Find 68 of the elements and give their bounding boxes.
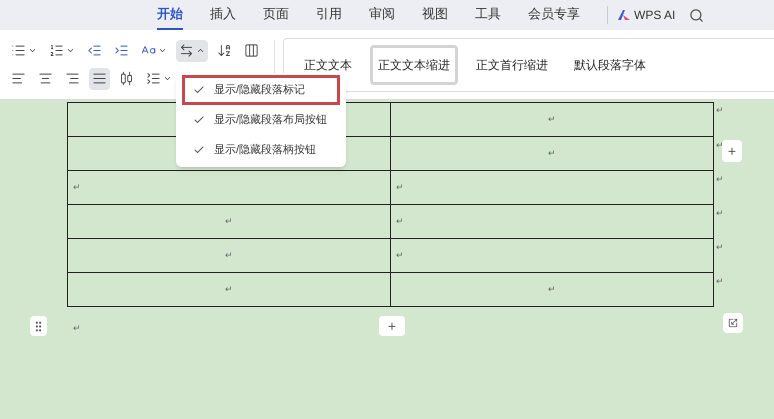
justify-tool-button[interactable] bbox=[89, 68, 110, 90]
menu-item[interactable]: 显示/隐藏段落标记 bbox=[182, 75, 340, 105]
menu-item[interactable]: 显示/隐藏段落布局按钮 bbox=[182, 105, 340, 135]
resize-handle[interactable] bbox=[723, 313, 743, 333]
indent-icon bbox=[114, 43, 129, 58]
row-end-mark: ↵ bbox=[716, 104, 724, 115]
table-cell[interactable]: ↵ bbox=[391, 273, 714, 306]
check-icon bbox=[193, 114, 205, 126]
ribbon-tab[interactable]: 工具 bbox=[475, 0, 501, 30]
check-icon bbox=[193, 84, 205, 96]
logo-icon bbox=[618, 10, 630, 20]
right-icon bbox=[65, 71, 80, 86]
table-cell[interactable]: ↵ bbox=[391, 239, 714, 272]
paragraph-mark: ↵ bbox=[548, 112, 556, 126]
style-item[interactable]: 正文文本缩进 bbox=[370, 44, 458, 84]
paragraph-mark: ↵ bbox=[73, 180, 81, 194]
table-cell[interactable]: ↵ bbox=[391, 171, 714, 204]
table-cell[interactable]: ↵ bbox=[68, 273, 391, 306]
numbering-icon bbox=[49, 43, 64, 58]
paragraph-mark: ↵ bbox=[396, 248, 404, 262]
caret-icon bbox=[196, 46, 205, 55]
table-cell[interactable]: ↵ bbox=[68, 171, 391, 204]
ribbon-tab[interactable]: 审阅 bbox=[369, 0, 395, 30]
paragraph-mark: ↵ bbox=[548, 282, 556, 296]
justify-icon bbox=[92, 71, 107, 86]
caret-icon bbox=[163, 74, 172, 83]
add-row-button[interactable]: + bbox=[379, 316, 405, 336]
paragraph-mark: ↵ bbox=[225, 214, 233, 228]
table-cell[interactable]: ↵ bbox=[68, 205, 391, 238]
caret-icon bbox=[66, 46, 75, 55]
table-cell[interactable]: ↵ bbox=[391, 137, 714, 170]
caret-icon bbox=[28, 46, 37, 55]
paragraph-mark: ↵ bbox=[225, 248, 233, 262]
caret-icon bbox=[158, 46, 167, 55]
ribbon-tab[interactable]: 引用 bbox=[316, 0, 342, 30]
table-cell[interactable]: ↵ bbox=[68, 239, 391, 272]
paragraph-mark: ↵ bbox=[396, 180, 404, 194]
left-icon bbox=[11, 71, 26, 86]
spacing-icon bbox=[146, 71, 161, 86]
paragraph-mark: ↵ bbox=[73, 322, 81, 336]
paragraph-mark: ↵ bbox=[396, 214, 404, 228]
style-item[interactable]: 正文首行缩进 bbox=[468, 44, 556, 84]
style-item[interactable]: 默认段落字体 bbox=[566, 44, 654, 84]
row-end-mark: ↵ bbox=[716, 241, 724, 252]
ribbon-tab[interactable]: 页面 bbox=[263, 0, 289, 30]
add-column-button[interactable]: + bbox=[722, 140, 742, 162]
ribbon-tab[interactable]: 会员专享 bbox=[528, 0, 580, 30]
ribbon-tab[interactable]: 插入 bbox=[210, 0, 236, 30]
menu-item[interactable]: 显示/隐藏段落柄按钮 bbox=[182, 135, 340, 165]
row-end-mark: ↵ bbox=[716, 173, 724, 184]
row-end-mark: ↵ bbox=[716, 139, 724, 150]
search-icon[interactable] bbox=[689, 8, 704, 22]
outdent-icon bbox=[87, 43, 102, 58]
center-icon bbox=[38, 71, 53, 86]
table-cell[interactable]: ↵ bbox=[391, 205, 714, 238]
row-end-mark: ↵ bbox=[716, 275, 724, 286]
ai-button[interactable]: WPS AI bbox=[618, 6, 676, 24]
row-end-mark: ↵ bbox=[716, 207, 724, 218]
table-cell[interactable]: ↵ bbox=[391, 103, 714, 136]
ribbon-tab[interactable]: 视图 bbox=[422, 0, 448, 30]
drag-handle[interactable] bbox=[30, 316, 47, 336]
paragraph-mark: ↵ bbox=[548, 146, 556, 160]
marks-tool-button[interactable] bbox=[176, 40, 208, 62]
check-icon bbox=[193, 144, 205, 156]
resize-icon bbox=[728, 318, 738, 328]
distribute-icon bbox=[119, 71, 134, 86]
sort-icon bbox=[217, 43, 232, 58]
paragraph-mark: ↵ bbox=[225, 282, 233, 296]
